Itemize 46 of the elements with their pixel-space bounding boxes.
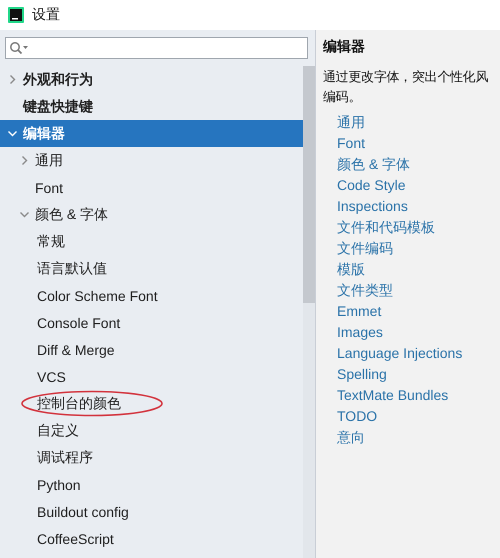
description-text: 编码。 bbox=[323, 88, 362, 106]
tree-item[interactable]: 键盘快捷键 bbox=[0, 93, 303, 120]
tree-item[interactable]: 语言默认值 bbox=[0, 255, 303, 282]
tree-item[interactable]: Font bbox=[0, 174, 303, 201]
settings-link[interactable]: Code Style bbox=[337, 175, 406, 196]
tree-item[interactable]: Color Scheme Font bbox=[0, 282, 303, 309]
settings-link[interactable]: Spelling bbox=[337, 364, 387, 385]
tree-item[interactable]: 控制台的颜色 bbox=[0, 390, 303, 417]
tree-item[interactable]: 外观和行为 bbox=[0, 66, 303, 93]
settings-link[interactable]: Emmet bbox=[337, 301, 382, 322]
settings-link[interactable]: 文件和代码模板 bbox=[337, 217, 435, 238]
tree-item[interactable]: Console Font bbox=[0, 309, 303, 336]
settings-link[interactable]: 颜色 & 字体 bbox=[337, 154, 410, 175]
settings-link[interactable]: 模版 bbox=[337, 259, 365, 280]
chevron-down-icon[interactable] bbox=[20, 210, 29, 219]
tree-item[interactable]: 自定义 bbox=[0, 417, 303, 444]
tree-item[interactable]: 常规 bbox=[0, 228, 303, 255]
window-title: 设置 bbox=[32, 6, 60, 24]
tree-item[interactable]: 颜色 & 字体 bbox=[0, 201, 303, 228]
settings-link[interactable]: 通用 bbox=[337, 112, 365, 133]
tree-item[interactable]: VCS bbox=[0, 363, 303, 390]
settings-link[interactable]: 文件类型 bbox=[337, 280, 393, 301]
description-text: 通过更改字体，突出个性化风 bbox=[323, 68, 490, 86]
settings-link[interactable]: TODO bbox=[337, 406, 378, 427]
section-heading: 编辑器 bbox=[323, 38, 366, 56]
tree-item[interactable]: 编辑器 bbox=[0, 120, 303, 147]
scrollbar-thumb[interactable] bbox=[303, 66, 315, 303]
chevron-right-icon[interactable] bbox=[8, 75, 17, 84]
settings-link[interactable]: 意向 bbox=[337, 427, 365, 448]
settings-link[interactable]: 文件编码 bbox=[337, 238, 393, 259]
chevron-down-icon[interactable] bbox=[8, 129, 17, 138]
settings-link[interactable]: TextMate Bundles bbox=[337, 385, 448, 406]
tree-item[interactable]: 调试程序 bbox=[0, 444, 303, 471]
chevron-right-icon[interactable] bbox=[20, 156, 29, 165]
search-icon[interactable] bbox=[9, 41, 29, 55]
settings-link[interactable]: Inspections bbox=[337, 196, 408, 217]
tree-item[interactable]: Diff & Merge bbox=[0, 336, 303, 363]
search-field[interactable] bbox=[5, 37, 308, 59]
app-icon bbox=[8, 7, 24, 23]
settings-link[interactable]: Font bbox=[337, 133, 366, 154]
tree-item[interactable]: Python bbox=[0, 471, 303, 498]
tree-item[interactable]: Buildout config bbox=[0, 498, 303, 525]
settings-link[interactable]: Images bbox=[337, 322, 383, 343]
tree-item[interactable]: CoffeeScript bbox=[0, 525, 303, 552]
settings-link[interactable]: Language Injections bbox=[337, 343, 462, 364]
tree-item[interactable]: 通用 bbox=[0, 147, 303, 174]
